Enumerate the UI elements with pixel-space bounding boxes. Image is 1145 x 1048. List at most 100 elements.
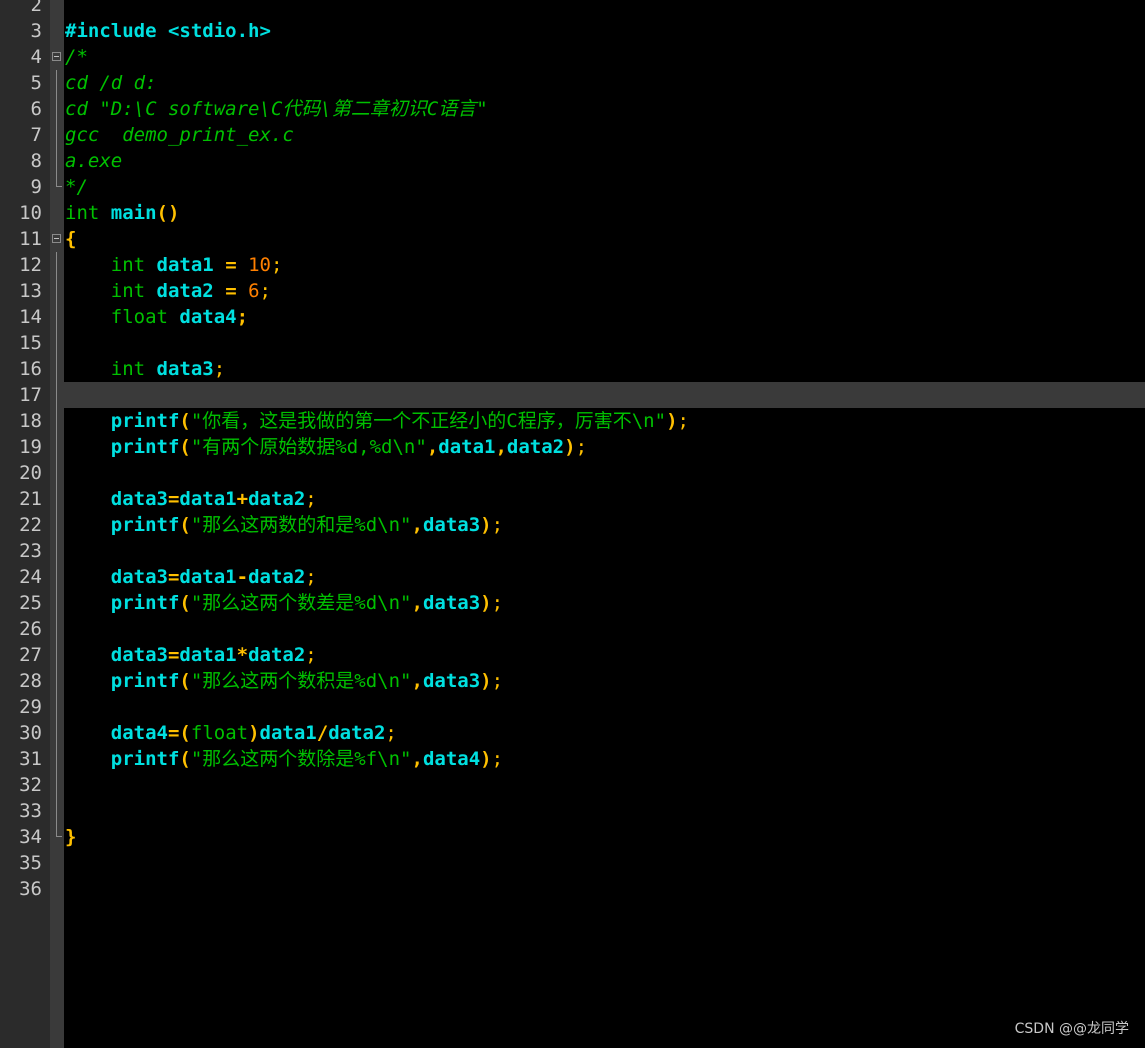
open-brace: { (65, 228, 77, 250)
identifier: data3 (110, 488, 168, 510)
semicolon: ; (385, 722, 397, 744)
type-keyword: float (110, 306, 168, 328)
identifier: data1 (438, 436, 496, 458)
code-line[interactable]: int main() (65, 200, 1145, 226)
code-line[interactable]: cd "D:\C software\C代码\第二章初识C语言" (65, 96, 1145, 122)
code-line[interactable]: data3=data1*data2; (65, 642, 1145, 668)
collapse-function-icon[interactable] (52, 234, 61, 243)
line-number: 36 (19, 878, 42, 900)
code-line[interactable] (65, 0, 1145, 18)
code-line[interactable]: printf("你看，这是我做的第一个不正经小的C程序，厉害不\n"); (65, 408, 1145, 434)
line-number-gutter: 2 3 4 5 6 7 8 9 10 11 12 13 14 15 16 17 … (0, 0, 50, 1048)
line-number: 10 (19, 202, 42, 224)
code-line[interactable] (65, 538, 1145, 564)
function-call: printf (110, 748, 180, 770)
line-number: 4 (30, 46, 42, 68)
line-number: 15 (19, 332, 42, 354)
comma: , (411, 592, 423, 614)
code-line[interactable] (65, 772, 1145, 798)
code-line[interactable]: data3=data1-data2; (65, 564, 1145, 590)
comment: gcc demo_print_ex.c (65, 124, 294, 146)
line-number: 13 (19, 280, 42, 302)
identifier: data1 (259, 722, 317, 744)
code-line[interactable]: #include <stdio.h> (65, 18, 1145, 44)
semicolon: ; (305, 566, 317, 588)
code-line[interactable]: /* (65, 44, 1145, 70)
semicolon: ; (236, 306, 249, 328)
code-line[interactable]: cd /d d: (65, 70, 1145, 96)
line-number: 16 (19, 358, 42, 380)
line-number: 12 (19, 254, 42, 276)
line-number: 32 (19, 774, 42, 796)
code-line[interactable]: a.exe (65, 148, 1145, 174)
close-brace: } (65, 826, 77, 848)
operator: * (236, 644, 249, 666)
watermark: CSDN @@龙同学 (1014, 1021, 1129, 1037)
code-line[interactable]: } (65, 824, 1145, 850)
code-line[interactable]: printf("那么这两个数除是%f\n",data4); (65, 746, 1145, 772)
string-literal: "那么这两数的和是%d\n" (190, 514, 412, 536)
code-line[interactable]: int data2 = 6; (65, 278, 1145, 304)
identifier: data2 (328, 722, 386, 744)
code-line[interactable] (65, 876, 1145, 902)
code-line[interactable]: data4=(float)data1/data2; (65, 720, 1145, 746)
code-line-current[interactable] (65, 382, 1145, 408)
close-paren: ) (480, 670, 492, 692)
collapse-comment-icon[interactable] (52, 52, 61, 61)
open-paren: ( (179, 592, 191, 614)
code-line[interactable]: printf("有两个原始数据%d,%d\n",data1,data2); (65, 434, 1145, 460)
identifier: data2 (248, 566, 306, 588)
type-keyword: int (110, 280, 146, 302)
semicolon: ; (677, 410, 689, 432)
code-line[interactable] (65, 330, 1145, 356)
code-line[interactable]: int data3; (65, 356, 1145, 382)
code-editor[interactable]: 2 3 4 5 6 7 8 9 10 11 12 13 14 15 16 17 … (0, 0, 1145, 1048)
line-number: 9 (30, 176, 42, 198)
line-number: 11 (19, 228, 42, 250)
code-line[interactable]: float data4; (65, 304, 1145, 330)
open-paren: ( (179, 436, 191, 458)
code-line[interactable]: int data1 = 10; (65, 252, 1145, 278)
semicolon: ; (491, 592, 504, 614)
code-line[interactable] (65, 460, 1145, 486)
code-line[interactable]: data3=data1+data2; (65, 486, 1145, 512)
line-number: 29 (19, 696, 42, 718)
code-line[interactable]: */ (65, 174, 1145, 200)
line-number: 8 (30, 150, 42, 172)
identifier: data2 (248, 644, 306, 666)
line-number: 20 (19, 462, 42, 484)
code-lines[interactable]: #include <stdio.h> /* cd /d d: cd "D:\C … (65, 0, 1145, 902)
code-line[interactable]: printf("那么这两数的和是%d\n",data3); (65, 512, 1145, 538)
identifier: data2 (156, 280, 214, 302)
code-line[interactable]: gcc demo_print_ex.c (65, 122, 1145, 148)
line-number: 28 (19, 670, 42, 692)
code-line[interactable] (65, 850, 1145, 876)
line-number: 19 (19, 436, 42, 458)
operator: = (167, 644, 180, 666)
comma: , (411, 748, 423, 770)
string-literal: "那么这两个数除是%f\n" (190, 748, 412, 770)
code-line[interactable] (65, 694, 1145, 720)
code-line[interactable]: printf("那么这两个数差是%d\n",data3); (65, 590, 1145, 616)
open-paren: ( (179, 514, 191, 536)
code-line[interactable] (65, 616, 1145, 642)
identifier: data3 (422, 514, 481, 536)
comma: , (411, 514, 423, 536)
line-number: 31 (19, 748, 42, 770)
close-paren: ) (480, 592, 492, 614)
line-number: 3 (30, 20, 42, 42)
code-line[interactable]: printf("那么这两个数积是%d\n",data3); (65, 668, 1145, 694)
operator: = (167, 488, 180, 510)
operator: + (236, 488, 249, 510)
identifier: data1 (179, 488, 237, 510)
identifier: data1 (179, 644, 237, 666)
code-line[interactable]: { (65, 226, 1145, 252)
code-line[interactable] (65, 798, 1145, 824)
